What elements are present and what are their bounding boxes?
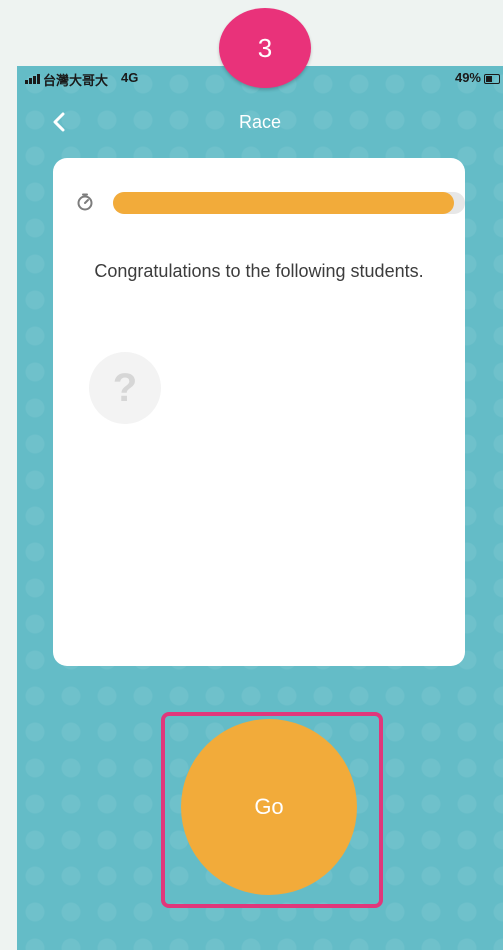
carrier-name: 台灣大哥大: [43, 73, 109, 88]
question-mark-icon: ?: [112, 365, 138, 410]
results-card: Congratulations to the following student…: [53, 158, 465, 666]
navigation-bar: Race: [17, 104, 503, 140]
stopwatch-icon: [77, 193, 93, 211]
signal-icon: [25, 74, 40, 84]
battery-percentage: 49%: [454, 70, 481, 85]
student-avatar-placeholder: ?: [89, 352, 161, 424]
timer-progress-fill: [113, 192, 455, 214]
network-type: 4G: [121, 70, 139, 85]
go-button[interactable]: Go: [181, 719, 357, 895]
congratulations-message: Congratulations to the following student…: [94, 261, 424, 281]
battery-icon: [484, 74, 500, 84]
page-title: Race: [238, 112, 282, 132]
step-number-badge: 3: [219, 8, 311, 88]
timer-progress-bar: [113, 192, 465, 214]
